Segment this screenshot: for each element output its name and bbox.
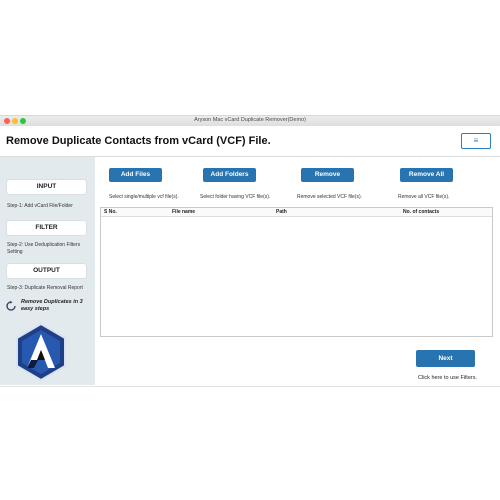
column-contacts[interactable]: No. of contacts <box>403 209 439 215</box>
remove-all-desc: Remove all VCF file(s). <box>398 194 450 200</box>
tagline: Remove Duplicates in 3 easy steps <box>21 299 83 312</box>
window-title: Aryson Mac vCard Duplicate Remover(Demo) <box>194 117 306 123</box>
remove-button[interactable]: Remove <box>301 168 354 182</box>
remove-desc: Remove selected VCF file(s). <box>297 194 363 200</box>
page-title: Remove Duplicate Contacts from vCard (VC… <box>6 135 271 147</box>
step-input-button[interactable]: INPUT <box>7 180 86 194</box>
step-input-desc: Step-1: Add vCard File/Folder <box>7 203 73 209</box>
app-header: Remove Duplicate Contacts from vCard (VC… <box>0 126 500 157</box>
step-filter-desc: Step-2: Use Deduplication Filters Settin… <box>7 242 81 255</box>
remove-all-button[interactable]: Remove All <box>400 168 453 182</box>
add-folders-button[interactable]: Add Folders <box>203 168 256 182</box>
step-filter-button[interactable]: FILTER <box>7 221 86 235</box>
sidebar: INPUT Step-1: Add vCard File/Folder FILT… <box>0 157 95 385</box>
table-header: S No. File name Path No. of contacts <box>101 208 492 217</box>
main-panel: Add Files Select single/multiple vcf fil… <box>95 157 500 385</box>
menu-button[interactable]: ≡ <box>461 133 491 149</box>
hamburger-icon: ≡ <box>473 136 479 145</box>
step-output-desc: Step-3: Duplicate Removal Report <box>7 285 83 291</box>
column-file-name[interactable]: File name <box>172 209 195 215</box>
add-files-button[interactable]: Add Files <box>109 168 162 182</box>
app-window: Aryson Mac vCard Duplicate Remover(Demo)… <box>0 115 500 387</box>
column-path[interactable]: Path <box>276 209 287 215</box>
next-button[interactable]: Next <box>416 350 475 367</box>
column-sno[interactable]: S No. <box>104 209 117 215</box>
aryson-logo-icon <box>16 322 66 382</box>
add-files-desc: Select single/multiple vcf file(s). <box>109 194 179 200</box>
add-folders-desc: Select folder having VCF file(s). <box>200 194 271 200</box>
step-output-button[interactable]: OUTPUT <box>7 264 86 278</box>
cycle-arrow-icon <box>6 301 16 311</box>
next-desc: Click here to use Filters. <box>418 375 477 381</box>
file-table[interactable]: S No. File name Path No. of contacts <box>100 207 493 337</box>
